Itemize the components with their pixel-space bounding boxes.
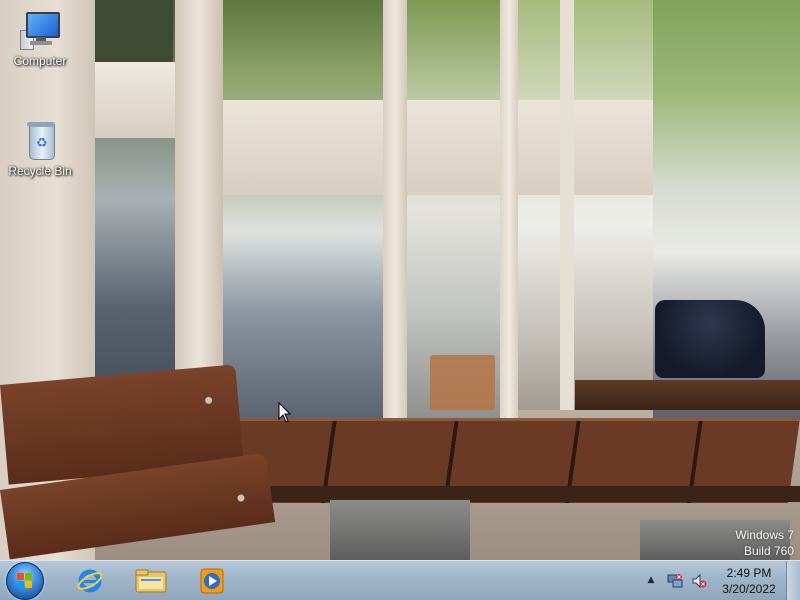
wallpaper-glass-pane (223, 0, 383, 420)
media-player-icon (200, 568, 224, 594)
network-icon[interactable] (667, 573, 683, 589)
taskbar-internet-explorer[interactable] (62, 563, 118, 599)
wallpaper-table-edge (215, 486, 800, 502)
computer-icon (18, 8, 62, 52)
volume-muted-icon[interactable] (691, 573, 707, 589)
taskbar-windows-explorer[interactable] (123, 563, 179, 599)
desktop-icon-label: Recycle Bin (8, 164, 72, 178)
windows-flag-icon (17, 573, 33, 589)
recycle-bin-icon: ♻ (18, 118, 62, 162)
watermark-build: Build 760 (743, 544, 794, 558)
clock-date: 3/20/2022 (722, 582, 776, 596)
wallpaper-glass-pane (518, 0, 653, 410)
desktop-icon-label: Computer (13, 54, 67, 68)
wallpaper-car (655, 300, 765, 378)
wallpaper-window-post (560, 0, 574, 410)
wallpaper-chair (430, 355, 495, 410)
internet-explorer-icon (77, 569, 103, 593)
wallpaper-window-post (383, 0, 407, 430)
windows-build-watermark: Windows 7 Build 760 (735, 527, 794, 559)
desktop-icon-computer[interactable]: Computer (3, 8, 77, 68)
clock-time: 2:49 PM (726, 566, 772, 580)
wallpaper-table (575, 380, 800, 410)
folder-explorer-icon (135, 569, 167, 593)
wallpaper-bolt (204, 396, 213, 405)
wallpaper-window-post (500, 0, 518, 420)
show-hidden-icons-arrow-icon[interactable]: ▲ (645, 574, 657, 586)
wallpaper-bolt (237, 494, 245, 502)
wallpaper-window-rail (223, 100, 653, 195)
watermark-edition: Windows 7 (735, 528, 794, 542)
system-clock[interactable]: 2:49 PM 3/20/2022 (718, 565, 780, 597)
desktop-icon-recycle-bin[interactable]: ♻ Recycle Bin (3, 118, 77, 178)
wallpaper-glass-pane (95, 0, 173, 70)
taskbar: ▲ 2:49 PM 3/20/2022 (0, 560, 800, 600)
desktop-wallpaper[interactable] (0, 0, 800, 560)
start-button[interactable] (6, 562, 44, 600)
taskbar-media-player[interactable] (184, 563, 240, 599)
show-desktop-button[interactable] (786, 561, 800, 600)
wallpaper-table-leg (330, 500, 470, 560)
